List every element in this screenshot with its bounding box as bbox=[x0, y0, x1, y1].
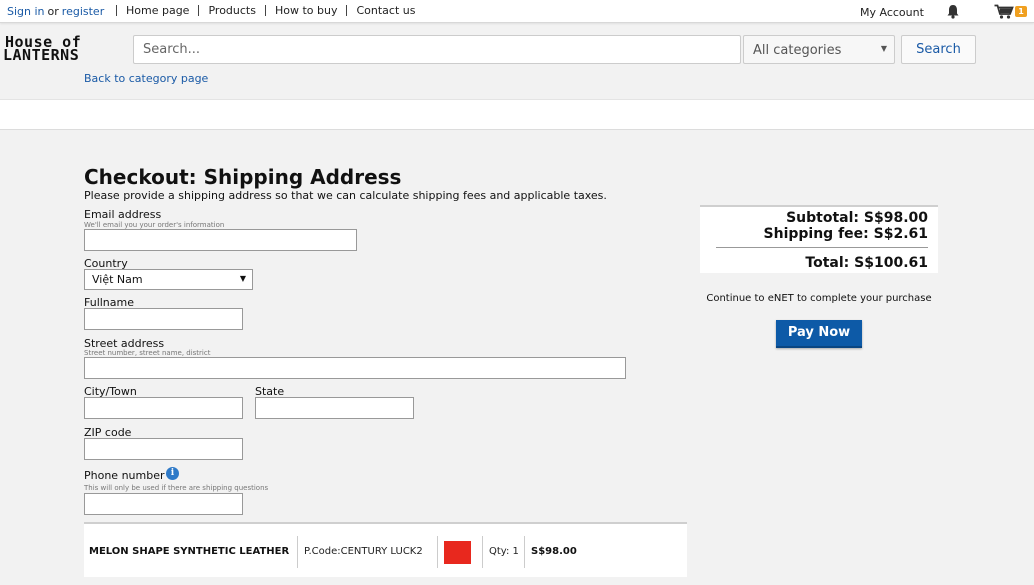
category-select-value: All categories bbox=[753, 43, 842, 58]
divider bbox=[297, 536, 298, 568]
country-select-value: Việt Nam bbox=[92, 273, 143, 286]
zip-field[interactable] bbox=[84, 438, 243, 460]
state-field[interactable] bbox=[255, 397, 414, 419]
sign-in-link[interactable]: Sign in bbox=[7, 5, 45, 18]
top-nav: Home page Products How to buy Contact us bbox=[116, 5, 424, 16]
product-quantity: Qty: 1 bbox=[489, 546, 519, 557]
order-summary: Subtotal: S$98.00 Shipping fee: S$2.61 T… bbox=[700, 205, 938, 273]
search-input[interactable] bbox=[133, 35, 741, 64]
chevron-down-icon: ▼ bbox=[880, 44, 887, 53]
nav-contact-us[interactable]: Contact us bbox=[346, 5, 424, 16]
my-account-link[interactable]: My Account bbox=[860, 6, 924, 19]
summary-divider bbox=[716, 247, 928, 248]
nav-products[interactable]: Products bbox=[198, 5, 265, 16]
top-bar: Sign in or register Home page Products How… bbox=[0, 0, 1034, 23]
total: Total: S$100.61 bbox=[805, 255, 928, 271]
city-field[interactable] bbox=[84, 397, 243, 419]
continue-note: Continue to eNET to complete your purcha… bbox=[706, 293, 932, 304]
shipping-fee: Shipping fee: S$2.61 bbox=[763, 226, 928, 242]
fullname-field[interactable] bbox=[84, 308, 243, 330]
nav-how-to-buy[interactable]: How to buy bbox=[264, 5, 347, 16]
cart-icon[interactable] bbox=[994, 4, 1014, 19]
email-field[interactable] bbox=[84, 229, 357, 251]
country-select[interactable]: Việt Nam ▼ bbox=[84, 269, 253, 290]
caret-down-icon: ▼ bbox=[239, 274, 246, 283]
bell-icon[interactable] bbox=[946, 4, 960, 19]
product-color-swatch bbox=[444, 541, 471, 564]
category-select[interactable]: All categories ▼ bbox=[743, 35, 895, 64]
cart-count-badge: 1 bbox=[1015, 6, 1027, 17]
header-divider-band bbox=[0, 99, 1034, 130]
street-hint: Street number, street name, district bbox=[84, 349, 211, 357]
street-address-field[interactable] bbox=[84, 357, 626, 379]
page-title: Checkout: Shipping Address bbox=[84, 165, 402, 189]
register-link[interactable]: register bbox=[62, 5, 104, 18]
auth-links: Sign in or register bbox=[7, 5, 104, 18]
pay-now-button[interactable]: Pay Now bbox=[776, 320, 862, 348]
divider bbox=[482, 536, 483, 568]
subtotal: Subtotal: S$98.00 bbox=[786, 210, 928, 226]
phone-label: Phone number bbox=[84, 469, 165, 482]
divider bbox=[437, 536, 438, 568]
back-to-category-link[interactable]: Back to category page bbox=[84, 72, 208, 85]
search-button[interactable]: Search bbox=[901, 35, 976, 64]
product-code: P.Code:CENTURY LUCK2 bbox=[304, 546, 423, 557]
phone-hint: This will only be used if there are ship… bbox=[84, 484, 269, 492]
logo-line-2: LANTERNS bbox=[3, 46, 80, 64]
email-label: Email address bbox=[84, 208, 162, 221]
email-hint: We'll email you your order's information bbox=[84, 221, 225, 229]
info-icon[interactable]: i bbox=[166, 467, 179, 480]
phone-field[interactable] bbox=[84, 493, 243, 515]
page-subtitle: Please provide a shipping address so tha… bbox=[84, 189, 607, 202]
store-logo[interactable]: House of LANTERNS bbox=[3, 35, 118, 64]
divider bbox=[524, 536, 525, 568]
order-line-item: MELON SHAPE SYNTHETIC LEATHER P.Code:CEN… bbox=[84, 522, 687, 577]
nav-home-page[interactable]: Home page bbox=[116, 5, 198, 16]
product-price: S$98.00 bbox=[531, 546, 577, 557]
product-name: MELON SHAPE SYNTHETIC LEATHER bbox=[89, 546, 290, 557]
or-text: or bbox=[47, 5, 59, 18]
